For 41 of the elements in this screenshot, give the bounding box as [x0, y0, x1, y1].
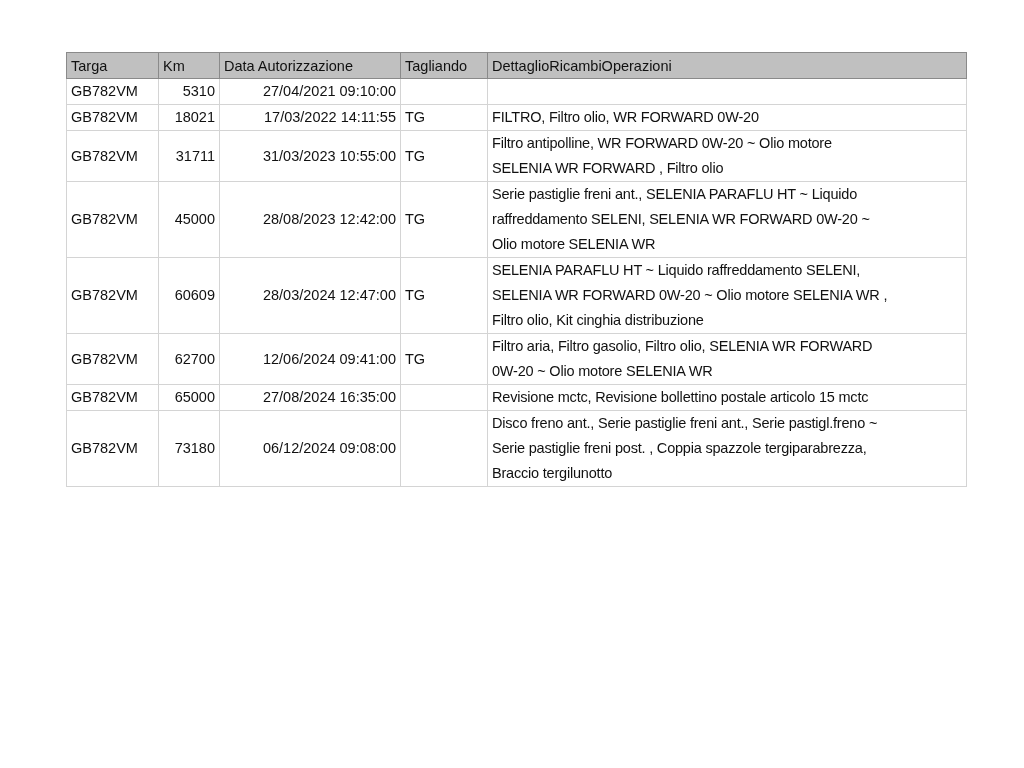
table-cell: GB782VM: [66, 257, 159, 334]
table-cell: 17/03/2022 14:11:55: [219, 104, 401, 131]
table-cell: GB782VM: [66, 130, 159, 182]
table-cell: GB782VM: [66, 333, 159, 385]
table-cell: GB782VM: [66, 78, 159, 105]
table-cell: 5310: [158, 78, 220, 105]
table-cell: 73180: [158, 410, 220, 487]
table-cell: Serie pastiglie freni ant., SELENIA PARAFLU HT ~ Liquido raffreddamento SELENI, SELENIA WR FORWARD 0W-20 ~ Olio motore SELENIA WR: [487, 181, 967, 258]
table-cell: Filtro aria, Filtro gasolio, Filtro olio, SELENIA WR FORWARD 0W-20 ~ Olio motore SELENIA WR: [487, 333, 967, 385]
column-header: DettaglioRicambiOperazioni: [487, 52, 967, 79]
column-header: Tagliando: [400, 52, 488, 79]
table-cell: 28/08/2023 12:42:00: [219, 181, 401, 258]
table-cell: 62700: [158, 333, 220, 385]
table-cell: TG: [400, 104, 488, 131]
table-cell: 31711: [158, 130, 220, 182]
table-cell: 27/04/2021 09:10:00: [219, 78, 401, 105]
column-header: Data Autorizzazione: [219, 52, 401, 79]
table-cell: 65000: [158, 384, 220, 411]
table-cell: GB782VM: [66, 384, 159, 411]
table-cell: 45000: [158, 181, 220, 258]
table-cell: Disco freno ant., Serie pastiglie freni ant., Serie pastigl.freno ~ Serie pastiglie freni post. , Coppia spazzole tergiparabrezza, Braccio tergilunotto: [487, 410, 967, 487]
table-cell: SELENIA PARAFLU HT ~ Liquido raffreddamento SELENI, SELENIA WR FORWARD 0W-20 ~ Olio motore SELENIA WR , Filtro olio, Kit cinghia distribuzione: [487, 257, 967, 334]
table-cell: GB782VM: [66, 410, 159, 487]
table-cell: 12/06/2024 09:41:00: [219, 333, 401, 385]
table-cell: TG: [400, 333, 488, 385]
table-cell: TG: [400, 257, 488, 334]
column-header: Km: [158, 52, 220, 79]
table-cell: FILTRO, Filtro olio, WR FORWARD 0W-20: [487, 104, 967, 131]
table-cell: 31/03/2023 10:55:00: [219, 130, 401, 182]
table-cell: GB782VM: [66, 181, 159, 258]
table-cell: 18021: [158, 104, 220, 131]
table-cell: 28/03/2024 12:47:00: [219, 257, 401, 334]
table-cell: TG: [400, 181, 488, 258]
table-cell: 06/12/2024 09:08:00: [219, 410, 401, 487]
column-header: Targa: [66, 52, 159, 79]
table-cell: Filtro antipolline, WR FORWARD 0W-20 ~ Olio motore SELENIA WR FORWARD , Filtro olio: [487, 130, 967, 182]
table-cell: Revisione mctc, Revisione bollettino postale articolo 15 mctc: [487, 384, 967, 411]
table-cell: TG: [400, 130, 488, 182]
table-cell: 60609: [158, 257, 220, 334]
table-cell: GB782VM: [66, 104, 159, 131]
table-cell: 27/08/2024 16:35:00: [219, 384, 401, 411]
